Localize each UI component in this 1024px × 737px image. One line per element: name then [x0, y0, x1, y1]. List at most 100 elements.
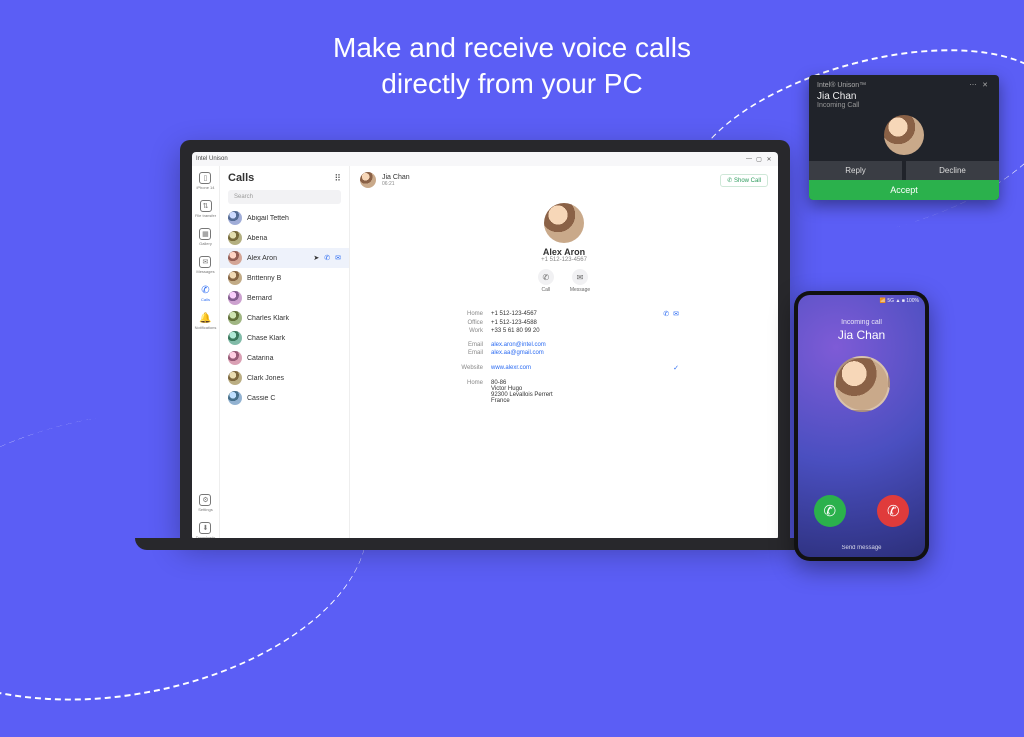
- nav-notifications[interactable]: 🔔Notifications: [195, 312, 217, 330]
- detail-row: Office+1 512-123-4588: [449, 319, 679, 327]
- contact-name: Catarina: [247, 355, 341, 362]
- download-icon: ⬇: [199, 522, 211, 534]
- nav-messages[interactable]: ✉Messages: [196, 256, 214, 274]
- detail-value: +1 512-123-4567: [491, 311, 655, 317]
- window-close[interactable]: ✕: [764, 156, 774, 163]
- notif-subtitle: Incoming Call: [817, 102, 991, 109]
- detail-label: Home: [449, 380, 483, 386]
- handset-icon: ✆: [538, 269, 554, 285]
- active-call-avatar: [360, 172, 376, 188]
- window-minimize[interactable]: —: [744, 156, 754, 162]
- detail-value: 80-86Victor Hugo92300 Levallois PerrertF…: [491, 380, 679, 404]
- call-action[interactable]: ✆Call: [538, 269, 554, 293]
- contact-row[interactable]: Abigail Tetteh✆✉: [220, 208, 349, 228]
- contact-avatar: [228, 371, 242, 385]
- active-call-timer: 06:21: [382, 181, 410, 187]
- contact-row[interactable]: Alex Aron ➤ ✆ ✉: [220, 248, 349, 268]
- window-maximize[interactable]: ▢: [754, 156, 764, 163]
- contact-name: Alex Aron: [247, 255, 308, 262]
- close-icon[interactable]: ✕: [979, 81, 991, 89]
- detail-row: Email alex.aa@gmail.com: [449, 349, 679, 357]
- detail-label: Work: [449, 328, 483, 334]
- row-message-icon[interactable]: ✉: [673, 310, 679, 318]
- handset-icon: ✆: [200, 284, 212, 296]
- phone-accept-button[interactable]: ✆: [814, 495, 846, 527]
- contact-row[interactable]: Clark Jones✆✉: [220, 368, 349, 388]
- contact-name: Brittenny B: [247, 275, 341, 282]
- accept-button[interactable]: Accept: [809, 180, 999, 200]
- nav-calls[interactable]: ✆Calls: [200, 284, 212, 302]
- detail-value[interactable]: www.alexr.com: [491, 365, 665, 371]
- phone-mockup: 📶 5G ▲ ■ 100% Incoming call Jia Chan ✆ ✆…: [794, 291, 929, 561]
- window-titlebar: Intel Unison — ▢ ✕: [192, 152, 778, 166]
- detail-row: Work +33 5 61 80 99 20: [449, 327, 679, 335]
- detail-value[interactable]: alex.aron@intel.com: [491, 342, 679, 348]
- phone-caller-avatar: [834, 356, 890, 412]
- phone-status-bar: 📶 5G ▲ ■ 100%: [798, 295, 925, 307]
- detail-label: Website: [449, 365, 483, 371]
- detail-label: Home: [449, 311, 483, 317]
- detail-value[interactable]: alex.aa@gmail.com: [491, 350, 679, 356]
- nav-settings[interactable]: ⚙Settings: [198, 494, 212, 512]
- contact-avatar: [228, 291, 242, 305]
- contact-name: Clark Jones: [247, 375, 341, 382]
- contact-name: Alex Aron: [543, 247, 585, 257]
- phone-call-status: Incoming call: [841, 319, 882, 326]
- detail-value: +1 512-123-4588: [491, 320, 679, 326]
- contact-primary-phone: +1 512-123-4567: [541, 257, 587, 263]
- window-title: Intel Unison: [196, 156, 228, 162]
- phone-decline-button[interactable]: ✆: [877, 495, 909, 527]
- contact-avatar: [228, 331, 242, 345]
- contacts-sidebar: Calls ⠿ Search Abigail Tetteh✆✉Abena✆✉Al…: [220, 166, 350, 540]
- detail-row: Home +1 512-123-4567 ✆ ✉: [449, 309, 679, 319]
- nav-file-transfer[interactable]: ⇅File transfer: [195, 200, 216, 218]
- phone-device-icon: ▯: [199, 172, 211, 184]
- detail-label: Email: [449, 342, 483, 348]
- calls-heading: Calls: [228, 172, 334, 184]
- nav-phone[interactable]: ▯iPhone 14: [196, 172, 214, 190]
- contact-avatar: [544, 203, 584, 243]
- row-call-icon[interactable]: ✆: [324, 254, 330, 262]
- row-call-icon[interactable]: ✆: [663, 310, 669, 318]
- detail-row: Email alex.aron@intel.com: [449, 341, 679, 349]
- contact-name: Abena: [247, 235, 341, 242]
- contact-avatar: [228, 311, 242, 325]
- contact-row[interactable]: Catarina✆✉: [220, 348, 349, 368]
- search-input[interactable]: Search: [228, 190, 341, 204]
- contact-avatar: [228, 351, 242, 365]
- contact-avatar: [228, 211, 242, 225]
- detail-value: +33 5 61 80 99 20: [491, 328, 679, 334]
- laptop-mockup: Intel Unison — ▢ ✕ ▯iPhone 14 ⇅File tran…: [180, 140, 790, 540]
- contact-row[interactable]: Cassie C✆✉: [220, 388, 349, 408]
- contact-row[interactable]: Abena✆✉: [220, 228, 349, 248]
- check-icon: ✓: [673, 364, 679, 372]
- contact-name: Charles Klark: [247, 315, 341, 322]
- nav-rail: ▯iPhone 14 ⇅File transfer ▦Gallery ✉Mess…: [192, 166, 220, 540]
- active-call-name: Jia Chan: [382, 174, 410, 181]
- cursor-icon: ➤: [313, 254, 319, 262]
- contact-avatar: [228, 251, 242, 265]
- more-icon[interactable]: ⋯: [967, 81, 979, 89]
- show-call-button[interactable]: ✆ Show Call: [720, 174, 768, 187]
- contact-row[interactable]: Charles Klark✆✉: [220, 308, 349, 328]
- contact-row[interactable]: Bernard✆✉: [220, 288, 349, 308]
- message-action[interactable]: ✉Message: [570, 269, 590, 293]
- dialpad-icon[interactable]: ⠿: [334, 173, 341, 184]
- incoming-call-notification: Intel® Unison™ ⋯ ✕ Jia Chan Incoming Cal…: [809, 75, 999, 200]
- notif-avatar: [884, 115, 924, 155]
- contact-detail-pane: Jia Chan 06:21 ✆ Show Call Alex Aron +1 …: [350, 166, 778, 540]
- nav-gallery[interactable]: ▦Gallery: [199, 228, 212, 246]
- phone-caller-name: Jia Chan: [838, 328, 885, 342]
- phone-send-message[interactable]: Send message: [798, 545, 925, 551]
- transfer-icon: ⇅: [200, 200, 212, 212]
- row-message-icon[interactable]: ✉: [335, 254, 341, 262]
- contact-row[interactable]: Chase Klark✆✉: [220, 328, 349, 348]
- detail-label: Email: [449, 350, 483, 356]
- message-icon: ✉: [572, 269, 588, 285]
- contact-name: Bernard: [247, 295, 341, 302]
- contact-avatar: [228, 231, 242, 245]
- decline-button[interactable]: Decline: [906, 161, 999, 180]
- gear-icon: ⚙: [199, 494, 211, 506]
- reply-button[interactable]: Reply: [809, 161, 902, 180]
- contact-row[interactable]: Brittenny B✆✉: [220, 268, 349, 288]
